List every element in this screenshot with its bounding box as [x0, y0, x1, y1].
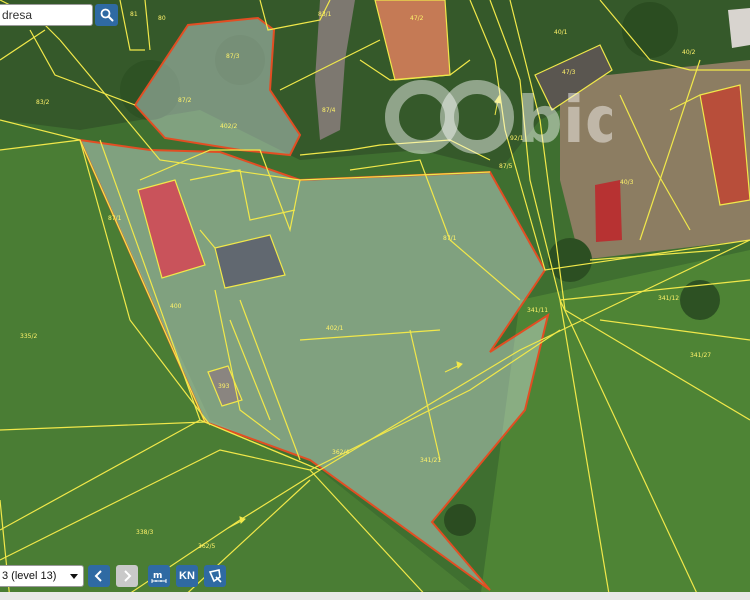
parcel-label: 40/1 [554, 29, 568, 36]
svg-text:m: m [153, 571, 162, 581]
parcel-label: 87/3 [226, 53, 240, 60]
parcel-label: 87/1 [443, 235, 457, 242]
parcel-label: 87/2 [178, 97, 192, 104]
parcel-label: 87/1 [108, 215, 122, 222]
parcel-label: 338/3 [136, 529, 153, 536]
address-search-input[interactable] [0, 5, 88, 25]
parcel-label: 341/21 [420, 457, 441, 464]
parcel-label: 362/4 [332, 449, 349, 456]
cadastral-map[interactable]: 87/3 87/2 87/1 402/2 87/4 87/5 402/1 87/… [0, 0, 750, 600]
parcel-label: 341/12 [658, 295, 679, 302]
draw-polygon-icon [208, 569, 222, 583]
parcel-label: 83/2 [36, 99, 50, 106]
cadastre-kn-button[interactable]: KN [176, 565, 198, 587]
search-icon [100, 8, 113, 22]
parcel-label: 40/2 [682, 49, 696, 56]
parcel-label: 40/3 [620, 179, 634, 186]
parcel-label: 400 [170, 303, 182, 310]
tree-cluster [680, 280, 720, 320]
parcel-label: 81 [130, 11, 138, 18]
kn-label: KN [179, 570, 195, 582]
parcel-label: 87/4 [322, 107, 336, 114]
zoom-level-value: 3 (level 13) [2, 570, 57, 582]
next-button[interactable] [116, 565, 138, 587]
parcel-label: 47/2 [410, 15, 424, 22]
zoom-level-select[interactable]: 3 (level 13) [0, 565, 84, 587]
map-footer-strip [0, 592, 750, 600]
parcel-label: 402/2 [220, 123, 237, 130]
tree-cluster [548, 238, 592, 282]
previous-button[interactable] [88, 565, 110, 587]
parcel-label: 393 [218, 383, 230, 390]
parcel-label: 80 [158, 15, 166, 22]
draw-area-button[interactable] [204, 565, 226, 587]
address-search-box [0, 4, 93, 26]
parcel-label: 341/27 [690, 352, 711, 359]
parcel-label: 335/2 [20, 333, 37, 340]
parcel-label: 83/1 [318, 11, 332, 18]
watermark-text: bid [517, 84, 612, 158]
parcel-label: 402/1 [326, 325, 343, 332]
tree-cluster [444, 504, 476, 536]
parcel-label: 362/5 [198, 543, 215, 550]
building-red-barn [595, 180, 622, 242]
chevron-left-icon [94, 570, 102, 582]
measure-button[interactable]: m [148, 565, 170, 587]
chevron-down-icon [70, 574, 78, 579]
search-button[interactable] [95, 4, 118, 26]
tree-cluster [622, 2, 678, 58]
watermark-logo: bid [385, 80, 612, 158]
measure-icon: m [151, 571, 167, 583]
parcel-label: 341/11 [527, 307, 548, 314]
chevron-right-icon [124, 570, 132, 582]
